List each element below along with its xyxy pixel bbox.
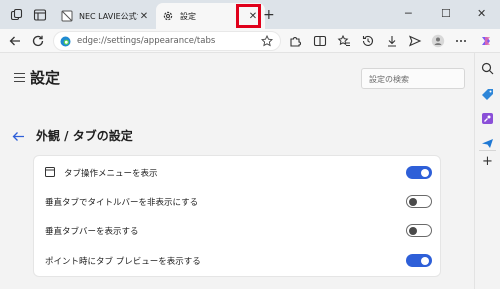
setting-row-tab-action-menu: タブ操作メニューを表示 xyxy=(34,160,442,184)
profile-avatar-icon[interactable] xyxy=(431,34,445,48)
toggle-switch[interactable] xyxy=(406,195,432,208)
close-tab-icon[interactable]: ✕ xyxy=(138,10,150,22)
add-sidebar-app-icon[interactable]: + xyxy=(481,155,494,168)
back-icon[interactable] xyxy=(8,34,22,48)
maximize-icon[interactable]: ☐ xyxy=(441,7,451,20)
close-window-icon[interactable]: ✕ xyxy=(477,7,486,20)
sidebar-divider xyxy=(479,150,496,151)
setting-label: タブ操作メニューを表示 xyxy=(64,169,158,179)
shopping-tag-icon[interactable] xyxy=(481,88,494,101)
setting-label: ポイント時にタブ プレビューを表示する xyxy=(45,257,201,267)
toggle-switch[interactable] xyxy=(406,166,432,179)
tab-title: NEC LAVIE公式サ xyxy=(79,11,138,21)
setting-row-tab-preview: ポイント時にタブ プレビューを表示する xyxy=(34,248,442,272)
edge-logo-icon xyxy=(60,36,71,47)
address-bar[interactable]: edge://settings/appearance/tabs xyxy=(53,31,281,51)
share-icon[interactable] xyxy=(408,34,422,48)
outlook-send-icon[interactable] xyxy=(481,137,494,150)
extensions-icon[interactable] xyxy=(288,34,302,48)
tab-nec-lavie[interactable]: NEC LAVIE公式サ ✕ xyxy=(55,3,156,29)
highlight-marker xyxy=(236,4,261,28)
search-icon[interactable] xyxy=(481,62,494,75)
copilot-icon[interactable] xyxy=(479,34,493,48)
menu-icon[interactable] xyxy=(14,73,25,82)
favorite-star-icon[interactable] xyxy=(261,35,273,47)
setting-label: 垂直タブでタイトルバーを非表示にする xyxy=(45,198,199,208)
tab-action-menu-icon xyxy=(45,167,55,177)
settings-page: 設定 設定の検索 外観 / タブの設定 タブ操作メニューを表示 垂直タブでタイト… xyxy=(0,53,474,289)
section-title: 外観 / タブの設定 xyxy=(36,129,133,143)
back-arrow-icon[interactable] xyxy=(12,131,25,142)
minimize-icon[interactable]: ─ xyxy=(405,7,412,20)
edge-sidebar: + xyxy=(474,53,500,289)
settings-search-input[interactable]: 設定の検索 xyxy=(361,68,465,89)
tab-strip: NEC LAVIE公式サ ✕ 設定 ✕ + ─ ☐ ✕ xyxy=(0,0,500,29)
history-icon[interactable] xyxy=(361,34,375,48)
split-screen-icon[interactable] xyxy=(313,34,327,48)
page-favicon-icon xyxy=(61,10,73,22)
toggle-switch[interactable] xyxy=(406,254,432,267)
page-title: 設定 xyxy=(30,69,61,87)
navigation-bar: edge://settings/appearance/tabs xyxy=(0,29,500,53)
refresh-icon[interactable] xyxy=(31,34,45,48)
favorites-icon[interactable] xyxy=(337,34,351,48)
setting-row-vertical-tabs: 垂直タブバーを表示する xyxy=(34,218,442,242)
toggle-switch[interactable] xyxy=(406,224,432,237)
gear-icon xyxy=(162,10,174,22)
download-icon[interactable] xyxy=(385,34,399,48)
setting-row-hide-titlebar: 垂直タブでタイトルバーを非表示にする xyxy=(34,189,442,213)
tab-actions-icon[interactable] xyxy=(33,8,47,22)
tab-settings-card: タブ操作メニューを表示 垂直タブでタイトルバーを非表示にする 垂直タブバーを表示… xyxy=(33,155,441,277)
url-text: edge://settings/appearance/tabs xyxy=(77,36,216,46)
tools-icon[interactable] xyxy=(481,112,494,125)
new-tab-plus-icon[interactable]: + xyxy=(263,8,275,22)
workspaces-icon[interactable] xyxy=(10,8,24,22)
more-options-icon[interactable] xyxy=(454,34,468,48)
setting-label: 垂直タブバーを表示する xyxy=(45,227,139,237)
